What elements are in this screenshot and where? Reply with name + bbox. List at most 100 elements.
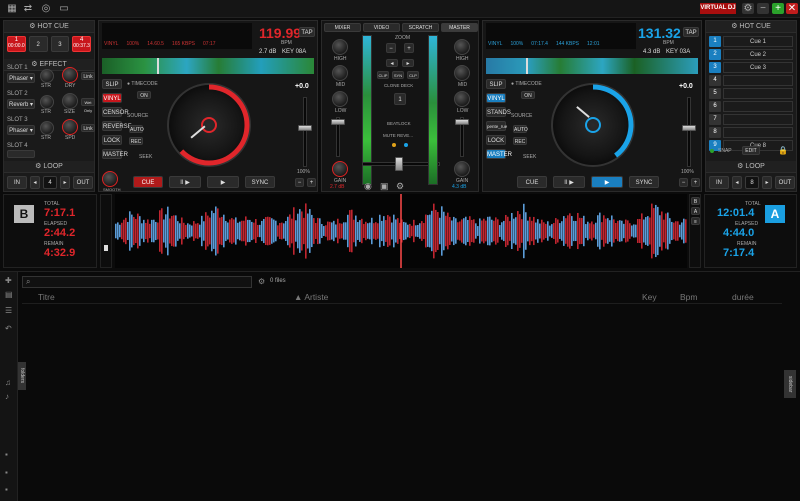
effect-knob[interactable] xyxy=(62,93,78,109)
jog-wheel-right[interactable] xyxy=(551,83,635,167)
cue-button[interactable]: CUE xyxy=(133,176,163,188)
add-icon[interactable]: ✚ xyxy=(5,276,12,285)
tab-master[interactable]: MASTER xyxy=(441,23,478,32)
timecode-on-button[interactable]: ON xyxy=(137,91,151,99)
syn-button[interactable]: SYN xyxy=(392,71,404,79)
source-auto-button[interactable]: AUTO xyxy=(129,125,144,133)
sidebar-tab[interactable]: sidebar xyxy=(784,370,796,398)
effect-link-button[interactable]: Link xyxy=(81,124,95,132)
column-title[interactable]: Titre xyxy=(38,292,55,302)
maximize-icon[interactable]: + xyxy=(772,3,784,14)
pitch-fader[interactable] xyxy=(303,97,307,167)
music-icon[interactable]: ♫ xyxy=(5,378,11,387)
eq-mid-left[interactable] xyxy=(332,65,348,81)
pitch-plus-button[interactable]: + xyxy=(307,178,316,187)
loop-out-button[interactable]: OUT xyxy=(775,176,795,189)
clone-deck-button[interactable]: 1 xyxy=(394,93,406,105)
slip-button[interactable]: SLIP xyxy=(102,79,122,89)
sampler-icon[interactable]: ◎ xyxy=(40,3,52,14)
jog-wheel-left[interactable] xyxy=(167,83,251,167)
hot-cue-1[interactable]: 1 00:00.0 xyxy=(7,36,26,52)
master-button[interactable]: MASTER xyxy=(486,149,512,159)
options-icon[interactable]: ⚙ xyxy=(258,277,265,286)
zoom-scrollbar[interactable] xyxy=(100,194,112,268)
source-rec-button[interactable]: REC xyxy=(129,137,143,145)
eq-low-right[interactable] xyxy=(454,91,470,107)
source-rec-button[interactable]: REC xyxy=(513,137,527,145)
layout-icon[interactable]: ▦ xyxy=(6,3,18,14)
main-waveform[interactable] xyxy=(115,194,687,268)
hot-cue-row[interactable]: 6 xyxy=(709,101,793,112)
loop-halve-button[interactable]: ◂ xyxy=(30,176,40,189)
effect-knob[interactable] xyxy=(40,121,54,135)
wave-btn[interactable]: B xyxy=(691,197,700,205)
hot-cue-row[interactable]: 4 xyxy=(709,75,793,86)
stutter-button[interactable]: II ▶ xyxy=(553,176,585,188)
effect-knob[interactable] xyxy=(62,67,78,83)
tab-scratch[interactable]: SCRATCH xyxy=(402,23,439,32)
filter-icon[interactable]: ▪ xyxy=(5,450,8,459)
hot-cue-row[interactable]: 8 xyxy=(709,127,793,138)
gain-knob-left[interactable] xyxy=(332,161,348,177)
pitch-minus-button[interactable]: − xyxy=(295,178,304,187)
effect-select[interactable]: Phaser ▾ xyxy=(7,125,35,135)
play-button[interactable]: ▶ xyxy=(207,176,239,188)
lock-icon[interactable]: 🔒 xyxy=(778,146,788,155)
effect-knob[interactable] xyxy=(40,95,54,109)
stutter-button[interactable]: II ▶ xyxy=(169,176,201,188)
lock-button[interactable]: LOCK xyxy=(102,135,122,145)
timecode-on-button[interactable]: ON xyxy=(521,91,535,99)
undo-icon[interactable]: ↶ xyxy=(5,324,12,333)
column-bpm[interactable]: Bpm xyxy=(680,292,697,302)
eq-mid-right[interactable] xyxy=(454,65,470,81)
smooth-knob[interactable] xyxy=(102,171,118,187)
right-arrow-button[interactable]: ▸ xyxy=(402,59,414,67)
clip-button[interactable]: CLIP xyxy=(377,71,389,79)
gain-knob-right[interactable] xyxy=(454,161,470,177)
loop-halve-button[interactable]: ◂ xyxy=(732,176,742,189)
column-artist[interactable]: ▲ Artiste xyxy=(294,292,328,302)
sample-icon[interactable]: ♪ xyxy=(5,392,9,401)
left-arrow-button[interactable]: ◂ xyxy=(386,59,398,67)
tab-mixer[interactable]: MIXER xyxy=(324,23,361,32)
loop-double-button[interactable]: ▸ xyxy=(762,176,772,189)
record-mix-icon[interactable]: ▣ xyxy=(380,181,389,192)
hot-cue-row[interactable]: 5 xyxy=(709,88,793,99)
sync-button[interactable]: SYNC xyxy=(629,176,659,188)
hot-cue-row[interactable]: 3 Cue 3 xyxy=(709,62,793,73)
play-button[interactable]: ▶ xyxy=(591,176,623,188)
stands-button[interactable]: STANDS xyxy=(486,107,511,117)
search-input[interactable] xyxy=(37,278,247,287)
headphones-icon[interactable]: ◉ xyxy=(364,181,372,192)
censor-button[interactable]: CENSOR xyxy=(102,107,129,117)
edit-button[interactable]: EDIT xyxy=(742,146,760,155)
hot-cue-row[interactable]: 7 xyxy=(709,114,793,125)
cue-button[interactable]: CUE xyxy=(517,176,547,188)
eq-high-left[interactable] xyxy=(332,39,348,55)
lock-button[interactable]: LOCK xyxy=(486,135,506,145)
reverse-button[interactable]: REVERSE xyxy=(102,121,132,131)
close-icon[interactable]: ✕ xyxy=(786,3,798,14)
pitch-minus-button[interactable]: − xyxy=(679,178,688,187)
zoom-in-button[interactable]: + xyxy=(404,43,414,53)
settings-icon[interactable]: ⚙ xyxy=(742,3,754,14)
hot-cue-row[interactable]: 1 Cue 1 xyxy=(709,36,793,47)
snap-label[interactable]: SNAP xyxy=(718,148,732,154)
loop-out-button[interactable]: OUT xyxy=(73,176,93,189)
volume-fader-left-cap[interactable] xyxy=(331,119,345,125)
tab-video[interactable]: VIDEO xyxy=(363,23,400,32)
pitch-plus-button[interactable]: + xyxy=(691,178,700,187)
loop-in-button[interactable]: IN xyxy=(7,176,27,189)
loop-in-button[interactable]: IN xyxy=(709,176,729,189)
column-duration[interactable]: durée xyxy=(732,292,754,302)
wave-btn[interactable]: ≡ xyxy=(691,217,700,225)
loop-double-button[interactable]: ▸ xyxy=(60,176,70,189)
tap-button[interactable]: TAP xyxy=(683,27,699,37)
effect-link-button[interactable]: Link xyxy=(81,72,95,80)
search-field[interactable]: ⌕ xyxy=(22,276,252,288)
pitch-fader-cap[interactable] xyxy=(298,125,312,131)
overview-waveform[interactable] xyxy=(102,58,314,74)
column-key[interactable]: Key xyxy=(642,292,657,302)
list-icon[interactable]: ☰ xyxy=(5,306,12,315)
volume-fader-right-cap[interactable] xyxy=(455,119,469,125)
